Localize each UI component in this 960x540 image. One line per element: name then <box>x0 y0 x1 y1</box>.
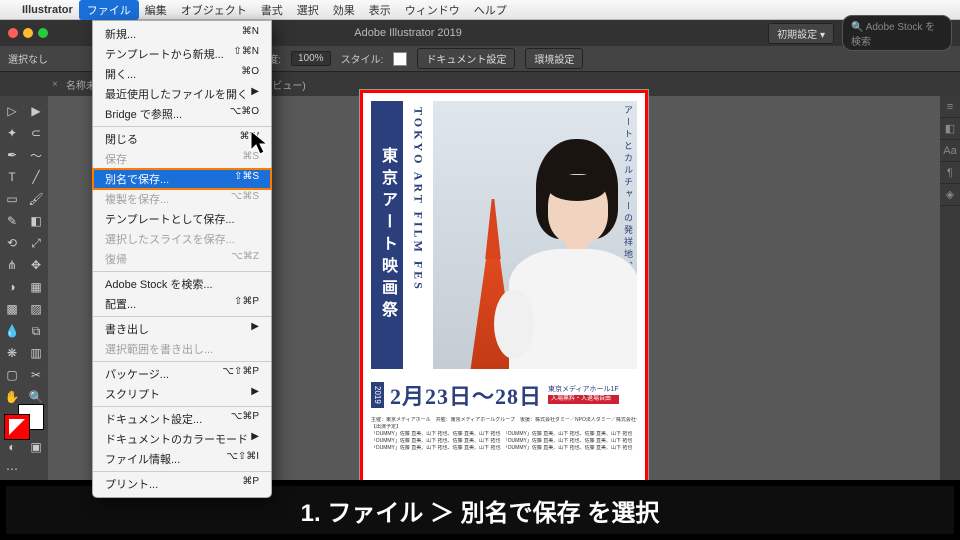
poster-credits: 主催：東京メディアホール 共催：東京メディアホールグループ 後援：株式会社ダミー… <box>371 417 637 452</box>
menu-item[interactable]: ファイル情報...⌥⇧⌘I <box>93 449 271 469</box>
menu-item[interactable]: 別名で保存...⇧⌘S <box>93 169 271 189</box>
tab-close-icon[interactable]: × <box>52 79 58 90</box>
rotate-tool[interactable]: ⟲ <box>0 232 24 254</box>
panel-icon[interactable]: Aa <box>940 140 960 162</box>
style-label: スタイル: <box>341 51 384 66</box>
pen-tool[interactable]: ✒ <box>0 144 24 166</box>
menubar-app[interactable]: Illustrator <box>22 4 73 16</box>
menubar-select[interactable]: 選択 <box>297 2 319 18</box>
cursor-icon <box>250 130 272 161</box>
menubar-type[interactable]: 書式 <box>261 2 283 18</box>
menu-item: 複製を保存...⌥⌘S <box>93 189 271 209</box>
panel-icon[interactable]: ◈ <box>940 184 960 206</box>
perspective-tool[interactable]: ▦ <box>24 276 48 298</box>
menu-item[interactable]: パッケージ...⌥⇧⌘P <box>93 364 271 384</box>
menubar-help[interactable]: ヘルプ <box>474 2 507 18</box>
graph-tool[interactable]: ▥ <box>24 342 48 364</box>
right-panel-dock[interactable]: ≡ ◧ Aa ¶ ◈ <box>940 96 960 480</box>
eraser-tool[interactable]: ◧ <box>24 210 48 232</box>
menubar-edit[interactable]: 編集 <box>145 2 167 18</box>
panel-icon[interactable]: ◧ <box>940 118 960 140</box>
poster-en-title: TOKYO ART FILM FES <box>407 101 429 369</box>
menu-item[interactable]: Bridge で参照...⌥⌘O <box>93 104 271 124</box>
selection-tool[interactable]: ▷ <box>0 100 24 122</box>
menubar-window[interactable]: ウィンドウ <box>405 2 460 18</box>
blend-tool[interactable]: ⧉ <box>24 320 48 342</box>
shaper-tool[interactable]: ✎ <box>0 210 24 232</box>
edit-toolbar-icon[interactable]: ⋯ <box>0 458 24 480</box>
mesh-tool[interactable]: ▩ <box>0 298 24 320</box>
menu-item: 保存⌘S <box>93 149 271 169</box>
menubar-view[interactable]: 表示 <box>369 2 391 18</box>
poster-date: 2月23日〜28日 <box>390 379 542 411</box>
poster-year: 2019 <box>371 382 384 408</box>
slice-tool[interactable]: ✂ <box>24 364 48 386</box>
menu-item[interactable]: テンプレートから新規...⇧⌘N <box>93 44 271 64</box>
menu-item[interactable]: 配置...⇧⌘P <box>93 294 271 314</box>
menu-item[interactable]: 最近使用したファイルを開く▶ <box>93 84 271 104</box>
width-tool[interactable]: ⋔ <box>0 254 24 276</box>
free-transform-tool[interactable]: ✥ <box>24 254 48 276</box>
menu-item[interactable]: ドキュメント設定...⌥⌘P <box>93 409 271 429</box>
style-swatch[interactable] <box>393 52 407 66</box>
artboard-tool[interactable]: ▢ <box>0 364 24 386</box>
menu-item: 選択したスライスを保存... <box>93 229 271 249</box>
symbol-sprayer-tool[interactable]: ❋ <box>0 342 24 364</box>
scale-tool[interactable]: ⤢ <box>24 232 48 254</box>
poster-photo: アートとカルチャーの発祥地、東京。 <box>433 101 637 369</box>
menu-item[interactable]: テンプレートとして保存... <box>93 209 271 229</box>
file-menu-dropdown: 新規...⌘Nテンプレートから新規...⇧⌘N開く...⌘O最近使用したファイル… <box>92 20 272 498</box>
menu-item: 復帰⌥⌘Z <box>93 249 271 269</box>
window-controls[interactable] <box>8 28 48 38</box>
workspace-switcher[interactable]: 初期設定 ▾ <box>768 23 834 44</box>
direct-selection-tool[interactable]: ▶ <box>24 100 48 122</box>
document-setup-button[interactable]: ドキュメント設定 <box>417 48 515 69</box>
type-tool[interactable]: T <box>0 166 24 188</box>
preferences-button[interactable]: 環境設定 <box>525 48 583 69</box>
opacity-value[interactable]: 100% <box>291 51 331 66</box>
rectangle-tool[interactable]: ▭ <box>0 188 24 210</box>
eyedropper-tool[interactable]: 💧 <box>0 320 24 342</box>
menu-item[interactable]: 新規...⌘N <box>93 24 271 44</box>
curvature-tool[interactable]: 〜 <box>24 144 48 166</box>
poster-model <box>509 139 637 369</box>
menu-item[interactable]: ドキュメントのカラーモード▶ <box>93 429 271 449</box>
selection-status: 選択なし <box>8 51 48 66</box>
artboard[interactable]: 東京アート映画祭 TOKYO ART FILM FES アートとカルチャーの発祥… <box>360 90 648 484</box>
lasso-tool[interactable]: ⊂ <box>24 122 48 144</box>
menu-item[interactable]: プリント...⌘P <box>93 474 271 494</box>
poster-venue-sub: 入場無料・入退場自由 <box>548 395 619 404</box>
menu-item: 選択範囲を書き出し... <box>93 339 271 359</box>
menu-item[interactable]: 書き出し▶ <box>93 319 271 339</box>
menu-item[interactable]: 開く...⌘O <box>93 64 271 84</box>
menu-item[interactable]: Adobe Stock を検索... <box>93 274 271 294</box>
menubar-effect[interactable]: 効果 <box>333 2 355 18</box>
gradient-tool[interactable]: ▨ <box>24 298 48 320</box>
poster-jp-title: 東京アート映画祭 <box>371 101 403 369</box>
stock-search[interactable]: 🔍 Adobe Stock を検索 <box>842 15 952 51</box>
tool-panel: ▷▶ ✦⊂ ✒〜 T╱ ▭🖌 ✎◧ ⟲⤢ ⋔✥ ◑▦ ▩▨ 💧⧉ ❋▥ ▢✂ ✋… <box>0 96 48 480</box>
magic-wand-tool[interactable]: ✦ <box>0 122 24 144</box>
poster-venue: 東京メディアホール1F <box>548 386 619 394</box>
color-well[interactable] <box>4 414 44 430</box>
menu-item[interactable]: スクリプト▶ <box>93 384 271 404</box>
menubar-object[interactable]: オブジェクト <box>181 2 247 18</box>
line-tool[interactable]: ╱ <box>24 166 48 188</box>
menubar-file[interactable]: ファイル <box>79 0 139 20</box>
panel-icon[interactable]: ¶ <box>940 162 960 184</box>
shape-builder-tool[interactable]: ◑ <box>0 276 24 298</box>
paintbrush-tool[interactable]: 🖌 <box>24 188 48 210</box>
menu-item[interactable]: 閉じる⌘W <box>93 129 271 149</box>
panel-icon[interactable]: ≡ <box>940 96 960 118</box>
